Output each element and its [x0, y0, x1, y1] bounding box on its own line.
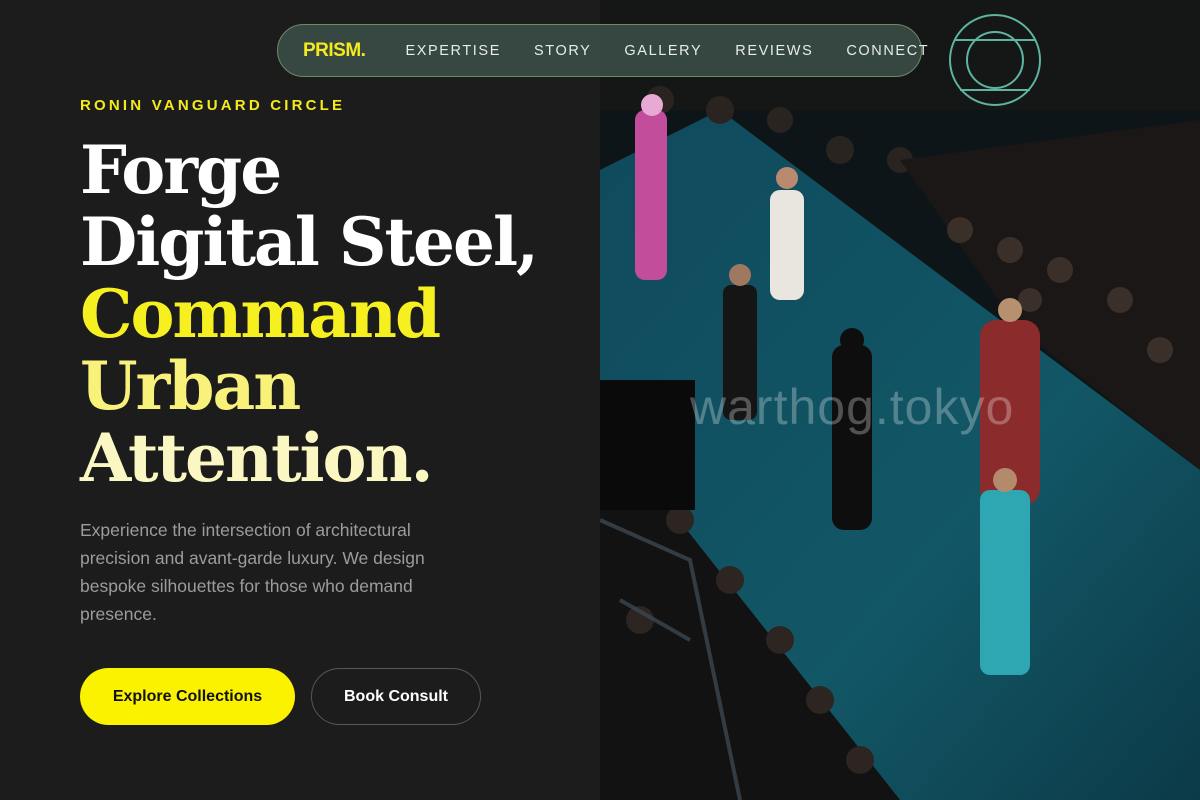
top-nav: PRISM. EXPERTISE STORY GALLERY REVIEWS C…	[277, 24, 928, 77]
book-consult-button[interactable]: Book Consult	[311, 668, 481, 725]
hero-image: warthog.tokyo	[600, 0, 1200, 800]
nav-link-reviews[interactable]: REVIEWS	[735, 43, 813, 59]
hero-description: Experience the intersection of architect…	[80, 520, 425, 624]
page: RONIN VANGUARD CIRCLE Forge Digital Stee…	[0, 0, 1200, 800]
hero-headline: Forge Digital Steel, Command Urban Atten…	[80, 134, 580, 494]
nav-link-expertise[interactable]: EXPERTISE	[405, 43, 501, 59]
headline-line-5: Attention.	[80, 419, 434, 497]
headline-line-4: Urban	[80, 347, 301, 425]
headline-line-3: Command	[80, 275, 441, 353]
nav-link-connect[interactable]: CONNECT	[846, 43, 929, 59]
headline-line-2: Digital Steel,	[80, 203, 539, 281]
nav-link-story[interactable]: STORY	[534, 43, 591, 59]
explore-collections-button[interactable]: Explore Collections	[80, 668, 295, 725]
headline-line-1: Forge	[80, 131, 282, 209]
hero-text-panel: RONIN VANGUARD CIRCLE Forge Digital Stee…	[0, 0, 600, 800]
nav-link-gallery[interactable]: GALLERY	[624, 43, 702, 59]
brand-logo[interactable]: PRISM.	[303, 40, 366, 62]
hero-eyebrow: RONIN VANGUARD CIRCLE	[80, 97, 346, 114]
watermark-text: warthog.tokyo	[690, 379, 1015, 435]
